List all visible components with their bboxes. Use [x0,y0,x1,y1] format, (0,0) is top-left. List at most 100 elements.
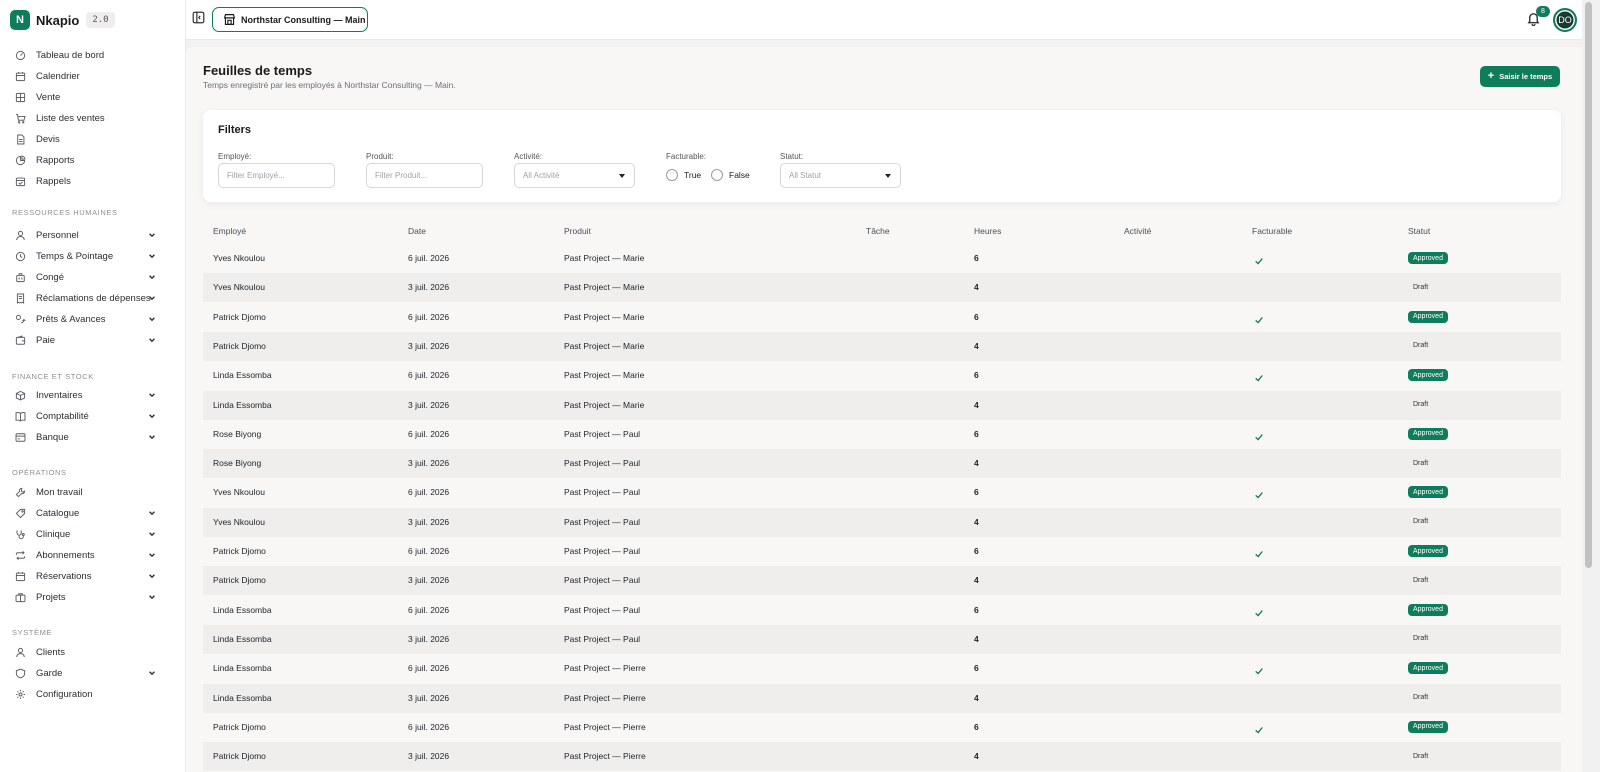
sidebar-item-label: Inventaires [36,389,83,401]
table-row[interactable]: Patrick Djomo 3 juil. 2026 Past Project — … [203,742,1561,772]
table-row[interactable]: Rose Biyong 6 juil. 2026 Past Project — Pa… [203,420,1561,449]
sidebar-item-garde[interactable]: Garde [10,664,156,682]
table-row[interactable]: Rose Biyong 3 juil. 2026 Past Project — Pa… [203,449,1561,479]
sidebar-toggle-icon[interactable] [192,11,205,24]
cell-employee: Linda Essomba [213,370,272,381]
sidebar-item-personnel[interactable]: Personnel [10,226,156,244]
add-time-entry-button[interactable]: + Saisir le temps [1480,66,1560,87]
sidebar-item-comptabilit[interactable]: Comptabilité [10,407,156,425]
status-badge: Approved [1408,720,1448,733]
status-badge: Approved [1408,427,1448,440]
page-subtitle: Temps enregistré par les employés à Nort… [203,80,456,90]
table-row[interactable]: Yves Nkoulou 3 juil. 2026 Past Project — P… [203,507,1561,537]
sidebar-item-vente[interactable]: Vente [10,88,156,106]
column-header-hours[interactable]: Heures [974,226,1001,236]
column-header-task[interactable]: Tâche [866,226,890,236]
check-icon [1254,312,1264,324]
status-badge: Draft [1413,401,1429,408]
organization-name: Northstar Consulting — Main [241,14,366,25]
cell-hours: 4 [974,340,979,351]
table-row[interactable]: Linda Essomba 6 juil. 2026 Past Project — … [203,596,1561,625]
caret-down-icon [619,174,625,178]
table-row[interactable]: Yves Nkoulou 6 juil. 2026 Past Project — M… [203,244,1561,273]
cell-date: 3 juil. 2026 [408,751,450,762]
scrollbar-thumb[interactable] [1585,2,1592,568]
sidebar-item-r-clamations-de-d-penses[interactable]: Réclamations de dépenses [10,289,156,307]
column-header-activity[interactable]: Activité [1124,226,1151,236]
column-header-billable[interactable]: Facturable [1252,226,1292,236]
status-badge: Approved [1408,310,1448,323]
cell-hours: 4 [974,399,979,410]
table-row[interactable]: Patrick Djomo 6 juil. 2026 Past Project — … [203,303,1561,332]
activity-filter-select[interactable]: All Activité [514,163,635,188]
sidebar-item-rappels[interactable]: Rappels [10,172,156,190]
table-row[interactable]: Linda Essomba 6 juil. 2026 Past Project — … [203,361,1561,390]
sidebar-item-clients[interactable]: Clients [10,643,156,661]
table-row[interactable]: Linda Essomba 3 juil. 2026 Past Project — … [203,624,1561,654]
table-row[interactable]: Yves Nkoulou 6 juil. 2026 Past Project — P… [203,478,1561,507]
cell-product: Past Project — Paul [564,575,641,586]
sidebar-item-catalogue[interactable]: Catalogue [10,504,156,522]
billable-true-radio[interactable]: True [666,169,701,181]
sidebar-item-label: Abonnements [36,549,95,561]
column-header-status[interactable]: Statut [1408,226,1430,236]
cell-date: 6 juil. 2026 [408,428,450,439]
employee-filter-input[interactable]: Filter Employé... [218,163,335,188]
loan-icon [14,313,26,325]
sidebar-item-label: Rappels [36,175,71,187]
sidebar-item-pr-ts-avances[interactable]: Prêts & Avances [10,310,156,328]
sidebar-item-temps-pointage[interactable]: Temps & Pointage [10,247,156,265]
table-row[interactable]: Linda Essomba 3 juil. 2026 Past Project — … [203,390,1561,420]
avatar[interactable]: DO [1553,8,1577,32]
sidebar-item-calendrier[interactable]: Calendrier [10,67,156,85]
sidebar-item-abonnements[interactable]: Abonnements [10,546,156,564]
organization-switcher[interactable]: Northstar Consulting — Main [212,7,368,32]
product-filter-input[interactable]: Filter Produit... [366,163,483,188]
sidebar-item-configuration[interactable]: Configuration [10,685,156,703]
cell-employee: Yves Nkoulou [213,282,265,293]
sidebar-item-projets[interactable]: Projets [10,588,156,606]
table-row[interactable]: Patrick Djomo 6 juil. 2026 Past Project — … [203,537,1561,566]
cell-employee: Patrick Djomo [213,751,266,762]
table-row[interactable]: Linda Essomba 3 juil. 2026 Past Project — … [203,683,1561,713]
sidebar-item-inventaires[interactable]: Inventaires [10,386,156,404]
sidebar-item-label: Vente [36,91,61,103]
sidebar-item-label: Mon travail [36,486,83,498]
sidebar-item-label: Banque [36,431,69,443]
cell-product: Past Project — Pierre [564,663,646,674]
repeat-icon [14,549,26,561]
table-row[interactable]: Patrick Djomo 6 juil. 2026 Past Project — … [203,713,1561,742]
sidebar-section-label: FINANCE ET STOCK [12,372,94,381]
column-header-product[interactable]: Produit [564,226,591,236]
table-row[interactable]: Yves Nkoulou 3 juil. 2026 Past Project — M… [203,273,1561,303]
sidebar-item-label: Réservations [36,570,92,582]
scrollbar[interactable] [1582,0,1600,772]
radio-circle-icon [711,169,723,181]
sidebar-item-paie[interactable]: Paie [10,331,156,349]
chevron-down-icon [148,509,156,517]
table-row[interactable]: Patrick Djomo 3 juil. 2026 Past Project — … [203,566,1561,596]
status-badge: Approved [1408,545,1448,557]
sidebar-item-rapports[interactable]: Rapports [10,151,156,169]
sidebar-item-tableau-de-bord[interactable]: Tableau de bord [10,46,156,64]
brand[interactable]: N Nkapio 2.0 [10,10,115,30]
chevron-down-icon [148,252,156,260]
table-row[interactable]: Linda Essomba 6 juil. 2026 Past Project — … [203,654,1561,683]
status-filter-select[interactable]: All Statut [780,163,901,188]
sidebar-item-label: Prêts & Avances [36,313,106,325]
sidebar-item-mon-travail[interactable]: Mon travail [10,483,156,501]
table-row[interactable]: Patrick Djomo 3 juil. 2026 Past Project — … [203,331,1561,361]
sidebar-item-liste-des-ventes[interactable]: Liste des ventes [10,109,156,127]
sidebar-item-clinique[interactable]: Clinique [10,525,156,543]
cell-date: 6 juil. 2026 [408,604,450,615]
column-header-employee[interactable]: Employé [213,226,246,236]
sidebar-item-cong[interactable]: Congé [10,268,156,286]
sidebar-item-r-servations[interactable]: Réservations [10,567,156,585]
sidebar-item-label: Personnel [36,229,79,241]
sidebar-item-devis[interactable]: Devis [10,130,156,148]
sidebar-item-banque[interactable]: Banque [10,428,156,446]
cell-hours: 6 [974,546,979,556]
cell-hours: 6 [974,604,979,615]
column-header-date[interactable]: Date [408,226,426,236]
billable-false-radio[interactable]: False [711,169,750,181]
